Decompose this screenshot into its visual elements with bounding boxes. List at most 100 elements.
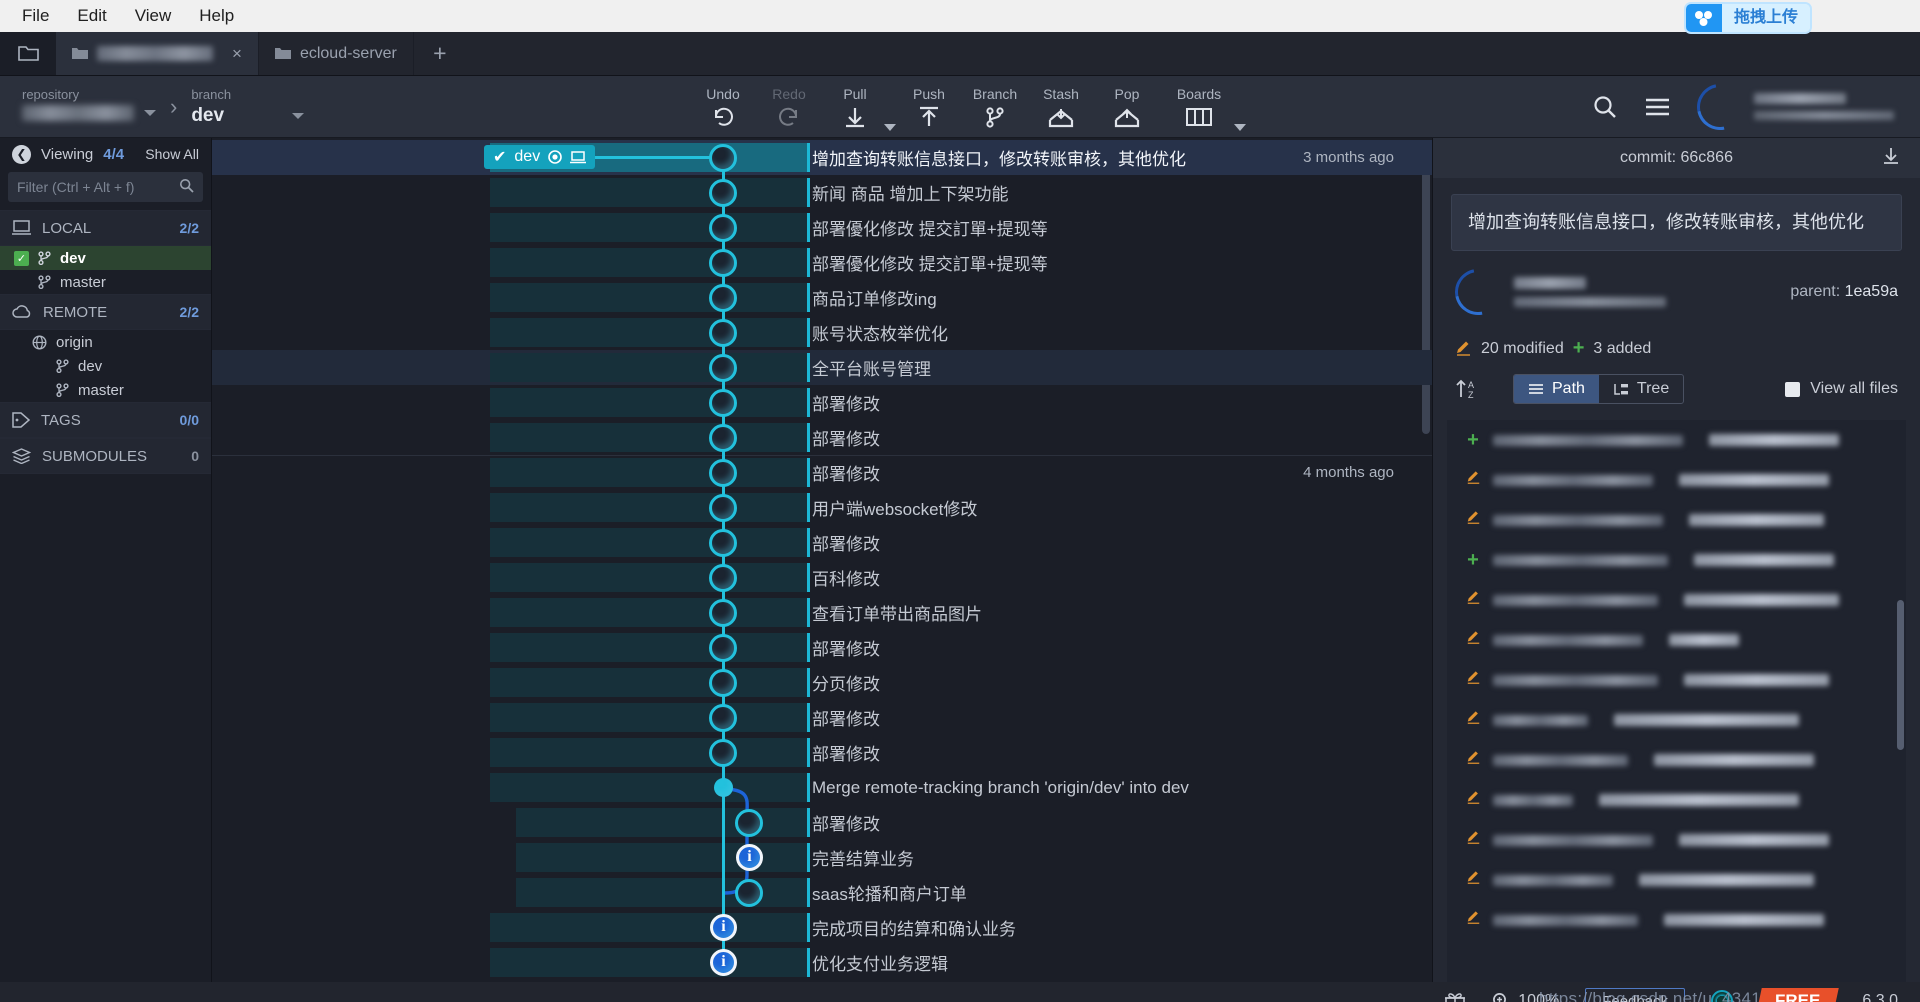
commit-node[interactable]	[709, 284, 737, 312]
commit-node-info-icon[interactable]: i	[710, 949, 737, 976]
open-repo-button[interactable]	[0, 32, 56, 75]
commit-node[interactable]	[709, 494, 737, 522]
commit-row[interactable]: 商品订单修改ing	[212, 280, 1432, 315]
sidebar-section-tags[interactable]: TAGS 0/0	[0, 402, 211, 438]
chevron-down-icon[interactable]	[144, 110, 156, 116]
commit-row[interactable]: 查看订单带出商品图片	[212, 595, 1432, 630]
commit-node-info-icon[interactable]: i	[736, 844, 763, 871]
commit-node[interactable]	[709, 459, 737, 487]
sidebar-item-master-local[interactable]: master	[0, 270, 211, 294]
commit-node[interactable]	[709, 354, 737, 382]
user-account-chip[interactable]	[1697, 84, 1894, 130]
commit-node[interactable]	[709, 634, 737, 662]
menu-item-edit[interactable]: Edit	[65, 3, 118, 29]
push-button[interactable]: Push	[896, 76, 962, 137]
boards-button[interactable]: Boards	[1160, 76, 1238, 137]
collapse-sidebar-icon[interactable]: ❮	[12, 145, 31, 164]
commit-row[interactable]: i优化支付业务逻辑	[212, 945, 1432, 980]
download-icon[interactable]	[1882, 147, 1900, 170]
view-all-files-checkbox[interactable]: View all files	[1785, 380, 1898, 398]
menu-item-file[interactable]: File	[10, 3, 61, 29]
hamburger-menu-icon[interactable]	[1644, 96, 1671, 118]
sort-az-icon[interactable]: AZ	[1455, 378, 1481, 400]
commit-graph[interactable]: 增加查询转账信息接口，修改转账审核，其他优化3 months ago新闻 商品 …	[212, 138, 1432, 982]
commit-row[interactable]: Merge remote-tracking branch 'origin/dev…	[212, 770, 1432, 805]
commit-row[interactable]: i完成项目的结算和确认业务	[212, 910, 1432, 945]
branch-button[interactable]: Branch	[962, 76, 1028, 137]
changed-file-list[interactable]: ++	[1447, 420, 1906, 982]
gift-icon[interactable]	[1444, 991, 1466, 1002]
commit-node[interactable]	[735, 879, 763, 907]
commit-node[interactable]	[709, 214, 737, 242]
checkbox-icon[interactable]	[1785, 382, 1800, 397]
commit-row[interactable]: 部署修改	[212, 735, 1432, 770]
file-list-item[interactable]	[1447, 780, 1906, 820]
commit-node[interactable]	[709, 564, 737, 592]
file-list-item[interactable]	[1447, 820, 1906, 860]
view-mode-path[interactable]: Path	[1514, 375, 1599, 403]
commit-row[interactable]: 部署修改	[212, 700, 1432, 735]
sidebar-item-origin[interactable]: origin	[0, 330, 211, 354]
file-list-item[interactable]	[1447, 620, 1906, 660]
repository-selector[interactable]: repository	[22, 87, 156, 121]
commit-row[interactable]: 部署修改	[212, 805, 1432, 840]
search-icon[interactable]	[1592, 94, 1618, 120]
add-tab-button[interactable]: +	[414, 32, 466, 75]
commit-row[interactable]: 增加查询转账信息接口，修改转账审核，其他优化3 months ago	[212, 140, 1432, 175]
commit-row[interactable]: 账号状态枚举优化	[212, 315, 1432, 350]
file-list-item[interactable]	[1447, 460, 1906, 500]
commit-row[interactable]: 部署修改	[212, 630, 1432, 665]
commit-node[interactable]	[709, 529, 737, 557]
file-list-item[interactable]	[1447, 700, 1906, 740]
commit-node[interactable]	[709, 144, 737, 172]
branch-selector[interactable]: branch dev	[191, 87, 304, 127]
commit-row[interactable]: 分页修改	[212, 665, 1432, 700]
file-list-item[interactable]	[1447, 900, 1906, 940]
sidebar-filter-input[interactable]: Filter (Ctrl + Alt + f)	[8, 172, 203, 202]
commit-node[interactable]	[709, 739, 737, 767]
pull-button[interactable]: Pull	[822, 76, 888, 137]
file-list-item[interactable]	[1447, 660, 1906, 700]
commit-row[interactable]: 部署修改	[212, 385, 1432, 420]
commit-node[interactable]	[709, 424, 737, 452]
tab-repository-active[interactable]: ×	[56, 32, 259, 75]
file-list-item[interactable]	[1447, 500, 1906, 540]
commit-node[interactable]	[709, 669, 737, 697]
undo-button[interactable]: Undo	[690, 76, 756, 137]
show-all-button[interactable]: Show All	[145, 146, 199, 162]
sidebar-section-submodules[interactable]: SUBMODULES 0	[0, 438, 211, 474]
redo-button[interactable]: Redo	[756, 76, 822, 137]
chevron-down-icon[interactable]	[292, 113, 304, 119]
stash-button[interactable]: Stash	[1028, 76, 1094, 137]
commit-row[interactable]: 部署優化修改 提交訂單+提现等	[212, 245, 1432, 280]
commit-node[interactable]	[709, 704, 737, 732]
commit-row[interactable]: 新闻 商品 增加上下架功能	[212, 175, 1432, 210]
file-list-item[interactable]	[1447, 740, 1906, 780]
commit-row[interactable]: 部署修改	[212, 525, 1432, 560]
commit-node[interactable]	[709, 319, 737, 347]
file-list-item[interactable]: +	[1447, 420, 1906, 460]
view-mode-tree[interactable]: Tree	[1599, 375, 1683, 403]
file-list-scrollbar[interactable]	[1897, 600, 1904, 750]
commit-node[interactable]	[709, 179, 737, 207]
file-list-item[interactable]: +	[1447, 540, 1906, 580]
sidebar-section-remote[interactable]: REMOTE 2/2	[0, 294, 211, 330]
commit-node[interactable]	[709, 389, 737, 417]
commit-row[interactable]: i完善结算业务	[212, 840, 1432, 875]
tab-ecloud-server[interactable]: ecloud-server	[259, 32, 414, 75]
commit-node[interactable]	[735, 809, 763, 837]
commit-node[interactable]	[714, 778, 733, 797]
search-icon[interactable]	[179, 178, 194, 196]
sidebar-section-local[interactable]: LOCAL 2/2	[0, 210, 211, 246]
tab-close-icon[interactable]: ×	[232, 44, 242, 64]
menu-item-help[interactable]: Help	[187, 3, 246, 29]
commit-node-info-icon[interactable]: i	[710, 914, 737, 941]
file-list-item[interactable]	[1447, 580, 1906, 620]
sidebar-item-dev-remote[interactable]: dev	[0, 354, 211, 378]
sidebar-item-dev-local[interactable]: ✓ dev	[0, 246, 211, 270]
pop-button[interactable]: Pop	[1094, 76, 1160, 137]
commit-node[interactable]	[709, 599, 737, 627]
commit-row[interactable]: 部署優化修改 提交訂單+提现等	[212, 210, 1432, 245]
commit-row[interactable]: 百科修改	[212, 560, 1432, 595]
commit-row[interactable]: 用户端websocket修改	[212, 490, 1432, 525]
